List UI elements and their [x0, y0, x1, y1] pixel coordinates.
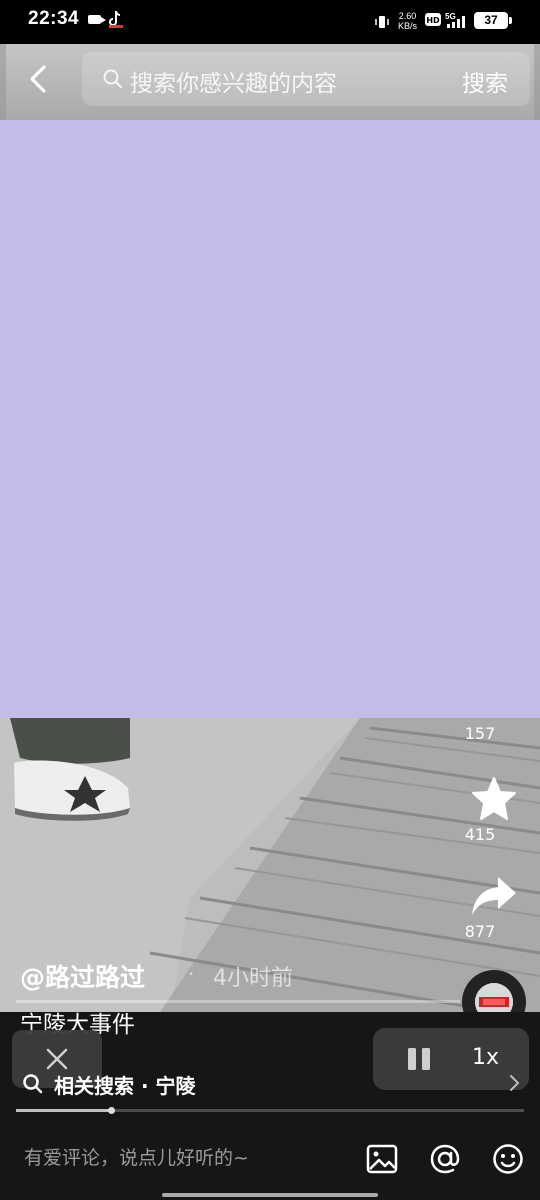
status-time: 22:34 — [28, 8, 80, 29]
image-button[interactable] — [365, 1142, 399, 1176]
pause-icon — [408, 1048, 430, 1070]
emoji-button[interactable] — [491, 1142, 525, 1176]
search-icon — [22, 1073, 44, 1095]
video-progress-fill — [16, 1109, 112, 1112]
smiley-icon — [493, 1144, 523, 1174]
search-icon — [102, 68, 124, 90]
favorite-button[interactable] — [470, 775, 518, 823]
pause-button[interactable] — [406, 1047, 432, 1071]
shares-count: 877 — [464, 922, 496, 941]
home-indicator[interactable] — [162, 1193, 378, 1197]
star-icon — [472, 777, 516, 820]
hd-badge: HD — [425, 13, 441, 26]
playback-controls — [373, 1028, 529, 1090]
share-button[interactable] — [470, 873, 518, 919]
back-button[interactable] — [24, 62, 54, 96]
post-time: 4小时前 — [213, 966, 293, 991]
network-speed: 2.60 KB/s — [398, 11, 417, 31]
vibrate-icon — [375, 14, 389, 28]
camera-recording-icon — [88, 15, 106, 24]
favorites-count: 415 — [464, 825, 496, 844]
image-icon — [366, 1144, 398, 1174]
playback-speed-button[interactable]: 1x — [472, 1045, 499, 1070]
author-divider — [16, 1000, 460, 1003]
comments-count: 157 — [464, 724, 496, 743]
comment-input[interactable]: 有爱评论，说点儿好听的~ — [24, 1143, 249, 1170]
chevron-left-icon — [30, 65, 46, 93]
search-button[interactable]: 搜索 — [462, 64, 508, 98]
tiktok-icon — [109, 10, 123, 28]
chevron-right-icon[interactable] — [508, 1074, 520, 1092]
related-search-link[interactable]: 相关搜索 · 宁陵 — [54, 1070, 196, 1099]
author-name[interactable]: @路过路过 — [20, 958, 145, 994]
battery-indicator: 37 — [474, 12, 512, 29]
svg-text:5G: 5G — [445, 12, 456, 21]
network-speed-unit: KB/s — [398, 21, 418, 31]
search-placeholder: 搜索你感兴趣的内容 — [130, 71, 337, 97]
video-progress-handle[interactable] — [108, 1107, 115, 1114]
separator-dot: · — [188, 962, 195, 986]
share-arrow-icon — [472, 877, 516, 915]
mention-button[interactable] — [428, 1142, 462, 1176]
overlay-block — [0, 120, 540, 718]
at-sign-icon — [430, 1144, 460, 1174]
network-speed-value: 2.60 — [398, 11, 417, 21]
signal-5g-icon: 5G — [445, 11, 469, 29]
